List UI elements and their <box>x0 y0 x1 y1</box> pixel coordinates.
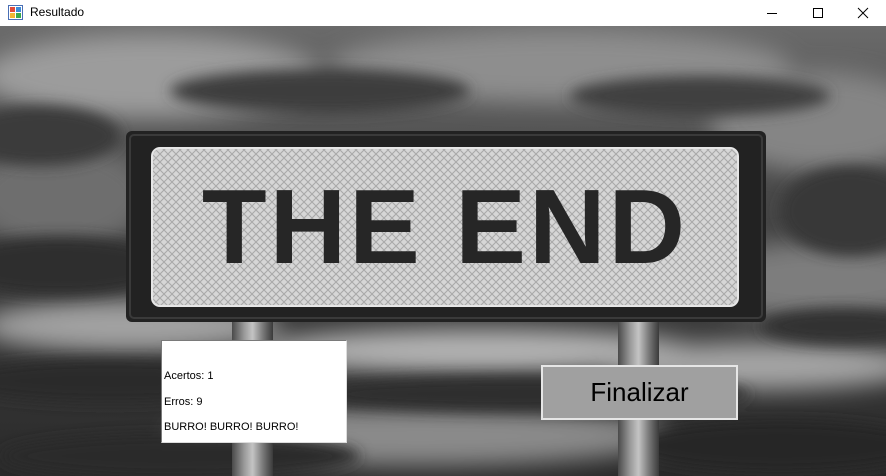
sign-text: THE END <box>201 168 689 286</box>
maximize-icon <box>813 8 823 18</box>
close-icon <box>857 7 869 19</box>
window-title: Resultado <box>30 5 85 19</box>
minimize-icon <box>767 13 777 14</box>
result-window: Resultado THE END Acertos: 1 Erros: 9 BU… <box>0 0 886 476</box>
title-bar[interactable]: Resultado <box>0 0 886 26</box>
errors-label: Erros: 9 <box>164 396 203 408</box>
finish-button[interactable]: Finalizar <box>541 365 738 420</box>
close-button[interactable] <box>840 0 886 26</box>
hits-label: Acertos: 1 <box>164 370 214 382</box>
client-area: THE END Acertos: 1 Erros: 9 BURRO! BURRO… <box>0 26 886 476</box>
message-label: BURRO! BURRO! BURRO! <box>164 421 299 433</box>
maximize-button[interactable] <box>795 0 841 26</box>
result-textbox[interactable]: Acertos: 1 Erros: 9 BURRO! BURRO! BURRO! <box>161 340 347 443</box>
minimize-button[interactable] <box>749 0 795 26</box>
winforms-app-icon <box>8 5 23 20</box>
